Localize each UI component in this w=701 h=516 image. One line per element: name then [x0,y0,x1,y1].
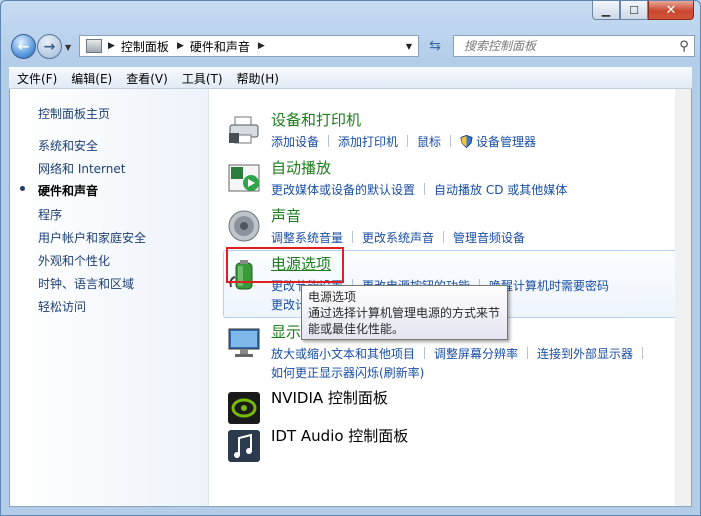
category-title[interactable]: IDT Audio 控制面板 [271,425,408,446]
refresh-icon: ⇆ [429,38,441,54]
printer-icon [229,116,259,144]
link-divider [328,135,330,147]
forward-arrow-icon: → [43,38,56,55]
link-divider [450,135,452,147]
sidebar-item-network[interactable]: 网络和 Internet [38,160,125,177]
sidebar-item-programs[interactable]: 程序 [38,206,62,223]
navigation-bar: ← → ▼ ▶ 控制面板 ▶ 硬件和声音 ▶ ▼ ⇆ ⚲ [7,31,695,63]
link-divider [352,231,354,243]
link-divider [642,347,644,359]
search-icon[interactable]: ⚲ [674,39,694,54]
back-button[interactable]: ← [11,34,36,59]
maximize-button[interactable]: ☐ [620,1,648,20]
back-arrow-icon: ← [17,38,30,55]
idt-audio-icon [228,430,260,462]
active-bullet-icon [20,186,25,191]
display-icon [228,328,260,357]
link-external-display[interactable]: 连接到外部显示器 [537,347,633,361]
category-title[interactable]: 显示 [271,321,301,342]
recent-pages-dropdown-icon[interactable]: ▼ [65,43,71,52]
menu-bar: 文件(F) 编辑(E) 查看(V) 工具(T) 帮助(H) [9,67,692,89]
shield-icon [460,134,473,149]
link-text-size[interactable]: 放大或缩小文本和其他项目 [271,347,415,361]
scrollbar[interactable] [675,89,691,506]
address-dropdown-icon[interactable]: ▼ [406,42,412,51]
content-area: 控制面板主页 系统和安全 网络和 Internet 硬件和声音 程序 用户帐户和… [9,89,692,507]
chevron-right-icon[interactable]: ▶ [258,41,265,51]
category-title[interactable]: 自动播放 [271,157,331,178]
minimize-button[interactable]: ▁ [592,1,620,20]
menu-edit[interactable]: 编辑(E) [63,67,118,88]
chevron-right-icon[interactable]: ▶ [108,41,115,51]
forward-button[interactable]: → [37,34,62,59]
caption-buttons: ▁ ☐ ✕ [592,1,694,21]
category-links-row2: 如何更正显示器闪烁(刷新率) [271,364,424,381]
control-panel-window: ▁ ☐ ✕ ← → ▼ ▶ 控制面板 ▶ 硬件和声音 ▶ ▼ ⇆ ⚲ 文件(F)… [0,0,701,516]
menu-help[interactable]: 帮助(H) [229,67,285,88]
sidebar-item-system-security[interactable]: 系统和安全 [38,137,98,154]
nvidia-icon [228,392,260,424]
breadcrumb-hardware-sound[interactable]: 硬件和声音 [190,38,250,55]
tooltip: 电源选项 通过选择计算机管理电源的方式来节能或最佳化性能。 [301,285,508,340]
tooltip-text: 通过选择计算机管理电源的方式来节能或最佳化性能。 [308,306,501,336]
autoplay-icon [228,164,260,192]
address-bar[interactable]: ▶ 控制面板 ▶ 硬件和声音 ▶ ▼ [79,35,419,57]
link-divider [424,183,426,195]
category-links: 添加设备 添加打印机 鼠标 设备管理器 [271,133,536,150]
category-links: 放大或缩小文本和其他项目 调整屏幕分辨率 连接到外部显示器 [271,345,652,362]
sidebar-item-ease-of-access[interactable]: 轻松访问 [38,298,86,315]
category-title[interactable]: NVIDIA 控制面板 [271,387,388,408]
highlight-box [226,247,344,283]
tooltip-title: 电源选项 [308,290,357,304]
refresh-button[interactable]: ⇆ [423,35,447,57]
link-manage-audio[interactable]: 管理音频设备 [453,231,525,245]
link-change-sounds[interactable]: 更改系统声音 [362,231,434,245]
link-divider [424,347,426,359]
link-default-media-settings[interactable]: 更改媒体或设备的默认设置 [271,183,415,197]
menu-file[interactable]: 文件(F) [9,67,63,88]
sidebar-item-user-accounts[interactable]: 用户帐户和家庭安全 [38,229,146,246]
link-mouse[interactable]: 鼠标 [417,135,441,149]
sidebar-item-clock-language[interactable]: 时钟、语言和区域 [38,275,134,292]
category-title[interactable]: 设备和打印机 [271,109,361,130]
breadcrumb-control-panel[interactable]: 控制面板 [121,38,169,55]
search-box[interactable]: ⚲ [453,35,695,57]
link-autoplay-cd[interactable]: 自动播放 CD 或其他媒体 [434,183,567,197]
sidebar-item-home[interactable]: 控制面板主页 [38,105,110,122]
category-links: 更改媒体或设备的默认设置 自动播放 CD 或其他媒体 [271,181,567,198]
link-device-manager[interactable]: 设备管理器 [476,135,536,149]
menu-tools[interactable]: 工具(T) [174,67,229,88]
speaker-icon [228,210,260,242]
close-button[interactable]: ✕ [648,1,694,20]
sidebar-item-appearance[interactable]: 外观和个性化 [38,252,110,269]
chevron-right-icon[interactable]: ▶ [177,41,184,51]
link-divider [527,347,529,359]
search-input[interactable] [462,38,674,54]
link-flicker-refresh[interactable]: 如何更正显示器闪烁(刷新率) [271,366,424,380]
sidebar: 控制面板主页 系统和安全 网络和 Internet 硬件和声音 程序 用户帐户和… [10,89,209,506]
menu-view[interactable]: 查看(V) [118,67,174,88]
category-title[interactable]: 声音 [271,205,301,226]
link-divider [407,135,409,147]
link-add-printer[interactable]: 添加打印机 [338,135,398,149]
link-screen-resolution[interactable]: 调整屏幕分辨率 [434,347,518,361]
link-divider [443,231,445,243]
category-links: 调整系统音量 更改系统声音 管理音频设备 [271,229,525,246]
link-adjust-volume[interactable]: 调整系统音量 [271,231,343,245]
sidebar-item-hardware-sound: 硬件和声音 [38,184,99,198]
link-add-device[interactable]: 添加设备 [271,135,319,149]
control-panel-icon [86,39,102,53]
